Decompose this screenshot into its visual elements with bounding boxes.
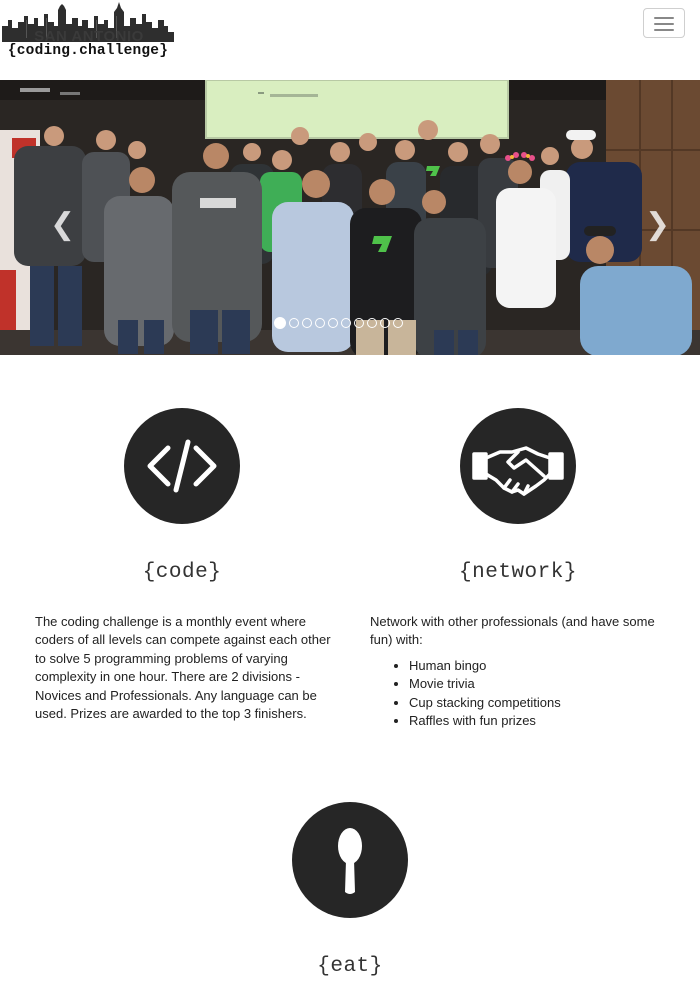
handshake-icon-circle xyxy=(460,408,576,524)
site-logo[interactable]: SAN ANTONIO {coding.challenge} xyxy=(2,2,174,60)
site-header: SAN ANTONIO {coding.challenge} xyxy=(0,0,700,80)
carousel-indicators xyxy=(274,317,403,332)
hamburger-icon-bar xyxy=(654,29,674,31)
network-activity-item: Human bingo xyxy=(409,657,689,675)
network-title: {network} xyxy=(459,561,577,584)
code-icon-circle xyxy=(124,408,240,524)
code-title: {code} xyxy=(142,561,222,584)
spoon-icon-circle xyxy=(292,802,408,918)
carousel-indicator-dot[interactable] xyxy=(341,318,351,328)
hamburger-icon xyxy=(654,17,674,19)
eat-title: {eat} xyxy=(317,955,383,978)
spoon-icon xyxy=(338,828,362,894)
carousel-prev-button[interactable]: ❮ xyxy=(50,207,76,242)
group-photo xyxy=(0,80,700,355)
network-activity-list: Human bingoMovie triviaCup stacking comp… xyxy=(371,657,689,731)
code-icon xyxy=(147,439,217,493)
network-activity-item: Cup stacking competitions xyxy=(409,694,689,712)
chevron-left-icon: ❮ xyxy=(50,207,76,242)
network-activity-item: Movie trivia xyxy=(409,675,689,693)
carousel-indicator-dot[interactable] xyxy=(393,318,403,328)
carousel-indicator-dot[interactable] xyxy=(274,317,286,329)
carousel-indicator-dot[interactable] xyxy=(354,318,364,328)
handshake-icon xyxy=(472,446,564,496)
carousel-next-button[interactable]: ❯ xyxy=(645,207,671,242)
carousel-indicator-dot[interactable] xyxy=(380,318,390,328)
code-description: The coding challenge is a monthly event … xyxy=(35,614,331,722)
photo-carousel[interactable]: ❮ ❯ xyxy=(0,80,700,355)
chevron-right-icon: ❯ xyxy=(645,207,671,242)
carousel-indicator-dot[interactable] xyxy=(289,318,299,328)
carousel-indicator-dot[interactable] xyxy=(315,318,325,328)
network-intro: Network with other professionals (and ha… xyxy=(370,614,655,648)
carousel-indicator-dot[interactable] xyxy=(328,318,338,328)
hamburger-icon-bar xyxy=(654,23,674,25)
carousel-indicator-dot[interactable] xyxy=(367,318,377,328)
logo-subtitle: {coding.challenge} xyxy=(7,43,169,59)
menu-toggle-button[interactable] xyxy=(643,8,685,38)
network-activity-item: Raffles with fun prizes xyxy=(409,712,689,730)
carousel-indicator-dot[interactable] xyxy=(302,318,312,328)
